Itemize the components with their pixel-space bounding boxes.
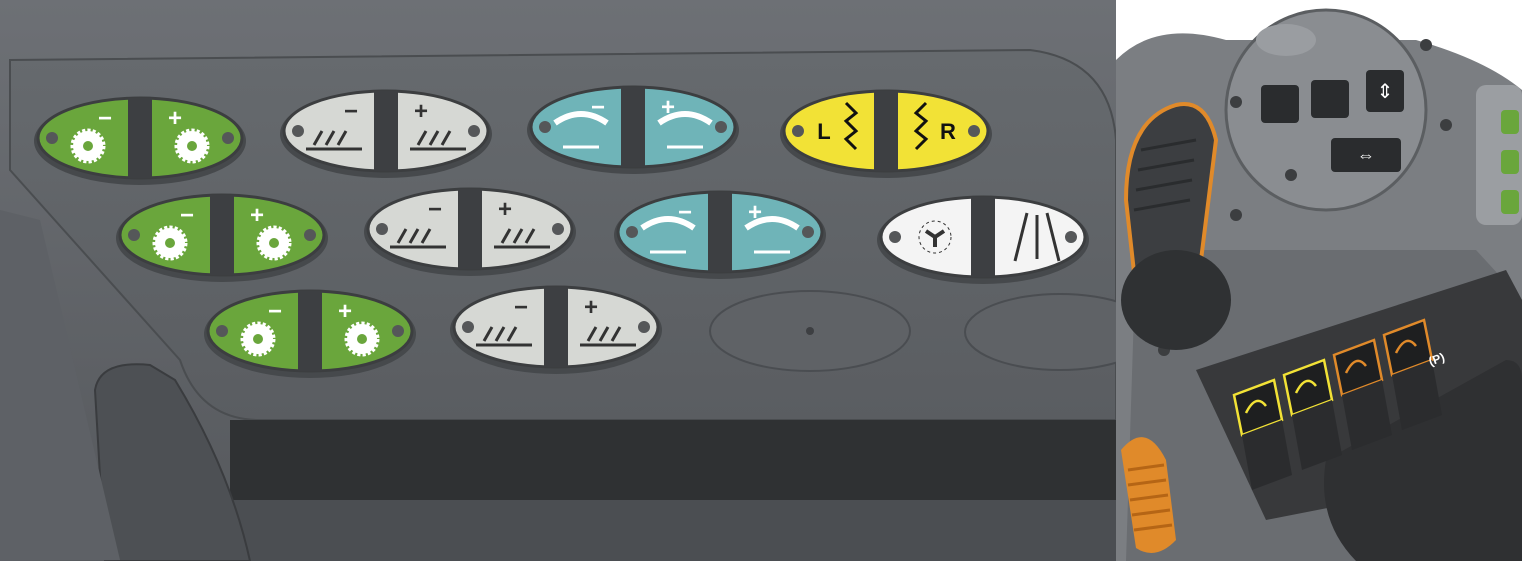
left-right-arrow-icon: ⇔ bbox=[1357, 145, 1375, 165]
fan-speed-switch[interactable]: − + bbox=[280, 89, 492, 178]
concave-gap-lower-switch[interactable]: − + bbox=[450, 285, 662, 374]
steering-mode-switch[interactable] bbox=[877, 195, 1089, 284]
auto-b-button[interactable] bbox=[1311, 80, 1349, 118]
chopper-width-switch[interactable]: − + bbox=[614, 190, 826, 279]
minus-icon: − bbox=[428, 196, 442, 223]
minus-icon: − bbox=[180, 202, 194, 229]
armrest-controls-photo: ⇕ ⇔ (P) bbox=[1116, 0, 1522, 561]
seed-rate-switch[interactable]: − + bbox=[34, 96, 246, 185]
plus-icon: + bbox=[498, 196, 512, 223]
minus-icon: − bbox=[344, 98, 358, 125]
concave-gap-switch[interactable]: − + bbox=[364, 187, 576, 276]
side-green-button[interactable] bbox=[1501, 150, 1519, 174]
plus-icon: + bbox=[250, 202, 264, 229]
up-down-arrow-icon: ⇕ bbox=[1377, 81, 1394, 103]
plus-icon: + bbox=[168, 105, 182, 132]
overhead-switch-panel-photo: − + − + − +L R− + − + − +− + − + bbox=[0, 0, 1116, 561]
minus-icon: − bbox=[268, 298, 282, 325]
left-letter: L bbox=[817, 119, 830, 144]
minus-icon: − bbox=[514, 294, 528, 321]
plus-icon: + bbox=[584, 294, 598, 321]
auto-a-button[interactable] bbox=[1261, 85, 1299, 123]
blank-cover-screw-icon bbox=[806, 327, 814, 335]
sieve-lower-switch[interactable]: − + bbox=[204, 289, 416, 378]
side-select-switch[interactable]: LR bbox=[780, 89, 992, 178]
sieve-upper-switch[interactable]: − + bbox=[116, 193, 328, 282]
spreader-vanes-switch[interactable]: − + bbox=[527, 85, 739, 174]
side-green-button[interactable] bbox=[1501, 110, 1519, 134]
plus-icon: + bbox=[414, 98, 428, 125]
right-letter: R bbox=[940, 119, 956, 144]
plus-icon: + bbox=[338, 298, 352, 325]
side-green-button[interactable] bbox=[1501, 190, 1519, 214]
minus-icon: − bbox=[98, 105, 112, 132]
joystick-boot bbox=[1121, 250, 1231, 350]
